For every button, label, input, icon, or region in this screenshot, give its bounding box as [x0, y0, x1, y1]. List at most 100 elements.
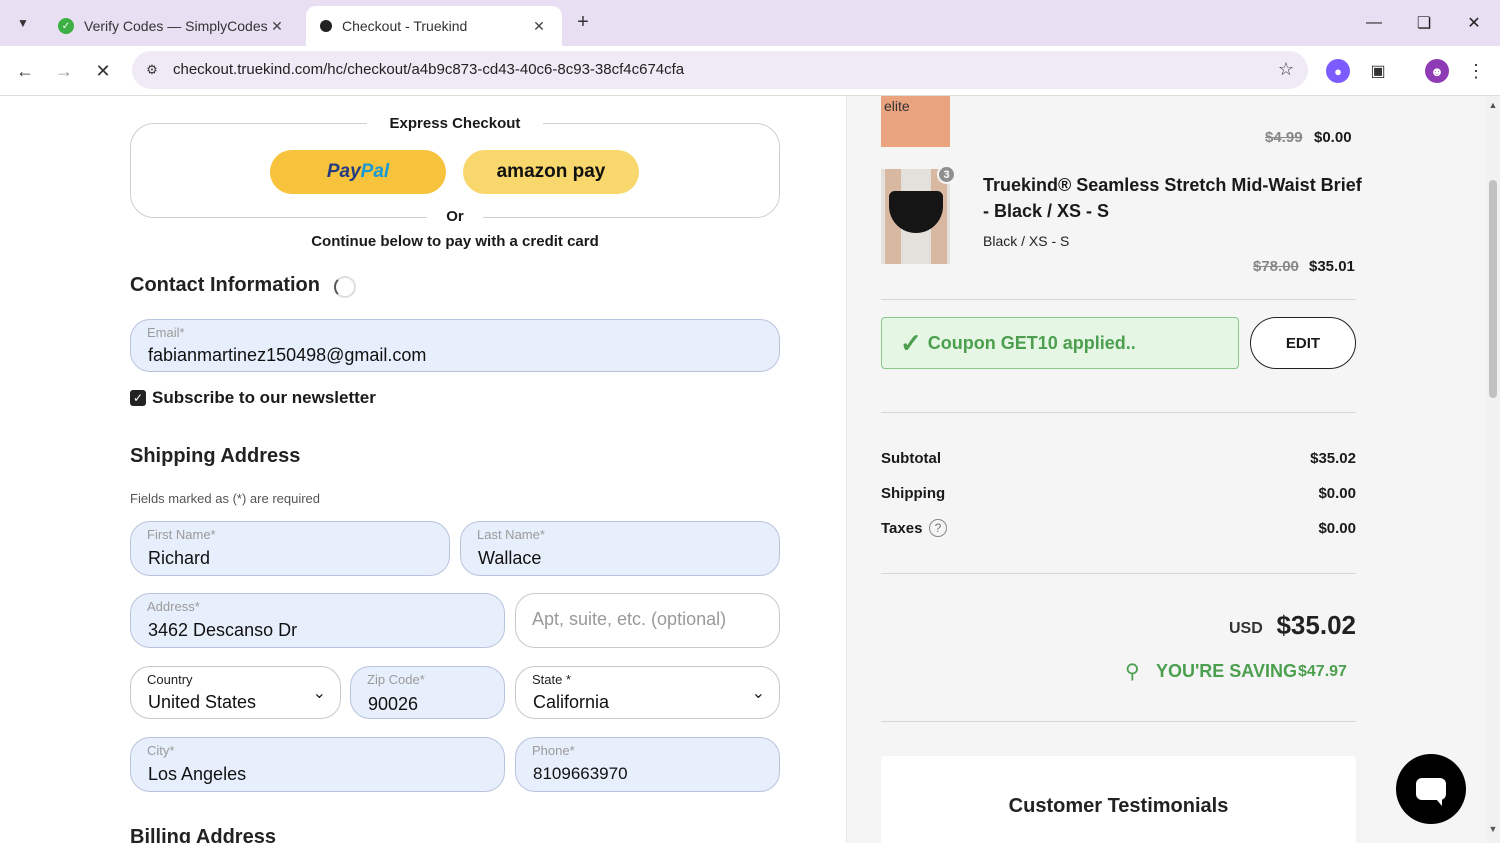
phone-label: Phone*: [532, 743, 575, 758]
extension-icon[interactable]: ●: [1326, 59, 1350, 83]
quantity-badge: 3: [937, 165, 956, 184]
shipping-label: Shipping: [881, 485, 946, 502]
coupon-applied-banner: ✓ Coupon GET10 applied..: [881, 317, 1239, 369]
tab-truekind-checkout[interactable]: Checkout - Truekind ✕: [306, 6, 562, 46]
puzzle-extensions-icon[interactable]: ▣: [1366, 59, 1390, 83]
product-variant: Black / XS - S: [983, 233, 1070, 249]
site-settings-icon[interactable]: ⚙: [142, 60, 162, 80]
subtotal-label: Subtotal: [881, 450, 941, 467]
forward-arrow-icon[interactable]: →: [51, 58, 77, 84]
email-field[interactable]: Email* fabianmartinez150498@gmail.com: [130, 319, 780, 372]
stop-loading-icon[interactable]: ✕: [90, 58, 116, 84]
simplycodes-favicon-icon: ✓: [58, 18, 74, 34]
window-close-icon[interactable]: ✕: [1461, 10, 1487, 36]
scrollbar-thumb[interactable]: [1489, 180, 1497, 398]
divider: [881, 412, 1356, 413]
country-value: United States: [148, 692, 257, 712]
item-price: $0.00: [1314, 129, 1352, 146]
checkmark-icon: ✓: [900, 327, 922, 358]
shipping-value: $0.00: [1318, 485, 1356, 502]
saving-label: YOU'RE SAVING: [1156, 661, 1297, 681]
bookmark-star-icon[interactable]: ☆: [1278, 59, 1294, 80]
express-checkout-box: [130, 123, 780, 218]
or-divider: Or: [427, 208, 483, 225]
amazon-pay-label: amazon pay: [496, 161, 606, 182]
tag-icon: ⚲: [1125, 661, 1140, 683]
contact-title: Contact Information: [130, 274, 320, 296]
city-value: Los Angeles: [148, 764, 247, 784]
back-arrow-icon[interactable]: ←: [12, 58, 38, 84]
total-currency: USD: [1229, 620, 1263, 637]
chat-button[interactable]: [1396, 754, 1466, 824]
state-select[interactable]: State * California ⌄: [515, 666, 780, 719]
address-value: 3462 Descanso Dr: [148, 620, 298, 640]
address-field[interactable]: Address* 3462 Descanso Dr: [130, 593, 505, 648]
last-name-value: Wallace: [478, 548, 542, 568]
newsletter-checkbox[interactable]: ✓: [130, 390, 146, 406]
amazon-pay-button[interactable]: amazon pay: [463, 150, 639, 194]
truekind-favicon-icon: [320, 20, 332, 32]
last-name-field[interactable]: Last Name* Wallace: [460, 521, 780, 576]
divider: [881, 721, 1356, 722]
total-value: $35.02: [1276, 610, 1356, 640]
coupon-text: Coupon GET10 applied..: [927, 332, 1136, 353]
tab-title: Checkout - Truekind: [342, 18, 468, 34]
chevron-down-icon: ⌄: [312, 685, 326, 702]
page-scrollbar[interactable]: ▲ ▼: [1486, 96, 1500, 843]
original-price: $4.99: [1265, 129, 1303, 146]
zip-value: 90026: [368, 694, 419, 714]
zip-code-field[interactable]: Zip Code* 90026: [350, 666, 505, 719]
address-bar[interactable]: ⚙ checkout.truekind.com/hc/checkout/a4b9…: [132, 51, 1308, 89]
minimize-icon[interactable]: —: [1361, 10, 1387, 36]
testimonials-title: Customer Testimonials: [1008, 795, 1229, 817]
tab-title: Verify Codes — SimplyCodes: [84, 18, 268, 34]
state-value: California: [533, 692, 610, 712]
express-checkout-title: Express Checkout: [367, 115, 543, 132]
divider: [881, 573, 1356, 574]
first-name-field[interactable]: First Name* Richard: [130, 521, 450, 576]
taxes-label: Taxes: [881, 520, 923, 537]
zip-label: Zip Code*: [367, 672, 425, 687]
browser-tab-bar: ▼ ✓ Verify Codes — SimplyCodes ✕ Checkou…: [0, 0, 1500, 46]
profile-avatar-icon[interactable]: ☻: [1425, 59, 1449, 83]
address-label: Address*: [147, 599, 200, 614]
help-icon[interactable]: ?: [929, 519, 947, 537]
country-select[interactable]: Country United States ⌄: [130, 666, 341, 719]
item-price: $35.01: [1309, 258, 1355, 275]
continue-text: Continue below to pay with a credit card: [311, 233, 599, 250]
restore-icon[interactable]: ❏: [1411, 10, 1437, 36]
browser-toolbar: ← → ✕ ⚙ checkout.truekind.com/hc/checkou…: [0, 46, 1500, 96]
chat-bubble-icon: [1416, 778, 1446, 806]
first-name-value: Richard: [148, 548, 211, 568]
brief-product-image: [881, 169, 950, 264]
city-label: City*: [147, 743, 175, 758]
paypal-label-a: Pay: [326, 161, 361, 182]
shipping-title: Shipping Address: [130, 445, 301, 467]
more-menu-icon[interactable]: ⋮: [1464, 59, 1488, 83]
tab-search-icon[interactable]: ▼: [10, 10, 36, 36]
subtotal-value: $35.02: [1310, 450, 1356, 467]
edit-coupon-button[interactable]: EDIT: [1250, 317, 1356, 369]
last-name-label: Last Name*: [477, 527, 545, 542]
url-text: checkout.truekind.com/hc/checkout/a4b9c8…: [173, 61, 685, 78]
state-label: State *: [532, 672, 572, 687]
saving-value: $47.97: [1298, 663, 1347, 680]
checkout-page: Express Checkout Pay Pal amazon pay Or Co…: [0, 96, 1500, 843]
apt-suite-field[interactable]: Apt, suite, etc. (optional): [515, 593, 780, 648]
newsletter-label[interactable]: Subscribe to our newsletter: [152, 388, 376, 408]
phone-field[interactable]: Phone* 8109663970: [515, 737, 780, 792]
apt-placeholder: Apt, suite, etc. (optional): [532, 609, 727, 629]
paypal-label-b: Pal: [360, 161, 390, 182]
scroll-down-icon[interactable]: ▼: [1488, 824, 1498, 834]
close-tab-icon[interactable]: ✕: [268, 17, 286, 35]
divider: [881, 299, 1356, 300]
scroll-up-icon[interactable]: ▲: [1488, 100, 1498, 110]
new-tab-icon[interactable]: +: [572, 11, 594, 33]
paypal-button[interactable]: Pay Pal: [270, 150, 446, 194]
phone-value: 8109663970: [533, 764, 628, 783]
country-label: Country: [147, 672, 193, 687]
tab-simplycodes[interactable]: ✓ Verify Codes — SimplyCodes ✕: [44, 6, 300, 46]
city-field[interactable]: City* Los Angeles: [130, 737, 505, 792]
close-tab-icon[interactable]: ✕: [530, 17, 548, 35]
testimonials-card: Customer Testimonials: [881, 756, 1356, 843]
